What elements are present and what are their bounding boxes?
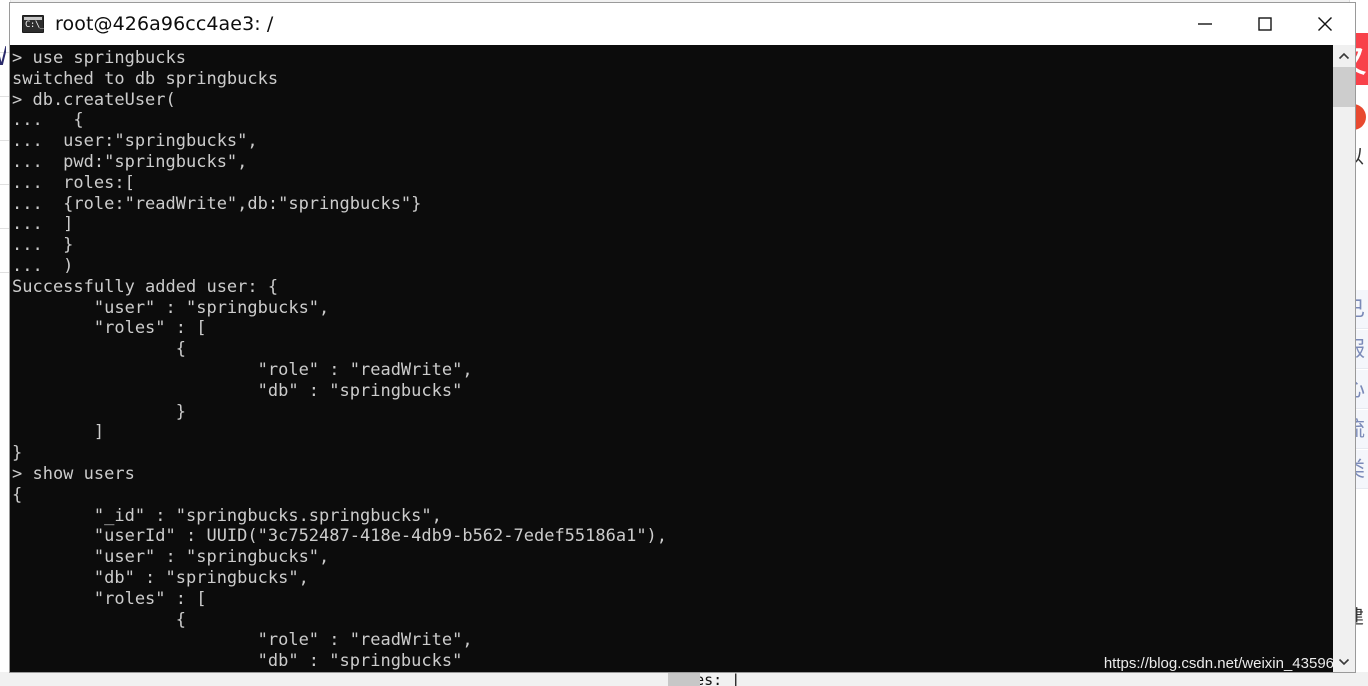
terminal-line: "user" : "springbucks",	[12, 297, 330, 318]
terminal-line: ... roles:[	[12, 172, 135, 193]
close-button[interactable]	[1295, 3, 1355, 45]
maximize-button[interactable]	[1235, 3, 1295, 45]
scroll-track[interactable]	[1333, 67, 1355, 650]
terminal-line: ... }	[12, 235, 74, 256]
watermark: https://blog.csdn.net/weixin_43596	[1103, 655, 1334, 672]
terminal-line: switched to db springbucks	[12, 68, 279, 89]
background-left-glyph-0: W	[0, 44, 6, 70]
horizontal-scrollbar-thumb[interactable]	[668, 673, 700, 686]
terminal-line: {	[12, 484, 23, 505]
terminal-window: C:\_ root@426a96cc4ae3: / > use springbu…	[9, 2, 1356, 673]
terminal-line: ... user:"springbucks",	[12, 131, 258, 152]
command-prompt-icon-glyph: C:\_	[25, 20, 45, 30]
terminal-line: }	[12, 401, 186, 422]
terminal-line: ... {role:"readWrite",db:"springbucks"}	[12, 193, 422, 214]
terminal-line: "db" : "springbucks",	[12, 567, 309, 588]
screen: W 美 以 又 n 以 已 服 心 流 类 建 g	[0, 0, 1368, 686]
terminal-line: "role" : "readWrite",	[12, 630, 473, 651]
terminal-line: ]	[12, 422, 105, 443]
terminal-line: {	[12, 609, 186, 630]
terminal-output[interactable]: > use springbucks switched to db springb…	[10, 45, 1333, 672]
minimize-button[interactable]	[1175, 3, 1235, 45]
terminal-line: {	[12, 339, 186, 360]
window-controls	[1175, 3, 1355, 45]
terminal-line: > use springbucks	[12, 48, 186, 68]
scroll-thumb[interactable]	[1333, 67, 1355, 107]
terminal-line: ... ]	[12, 214, 74, 235]
titlebar[interactable]: C:\_ root@426a96cc4ae3: /	[10, 3, 1355, 45]
terminal-line: Successfully added user: {	[12, 276, 279, 297]
terminal-scrollbar[interactable]	[1333, 45, 1355, 672]
terminal-line: ... pwd:"springbucks",	[12, 151, 248, 172]
terminal-body: > use springbucks switched to db springb…	[10, 45, 1355, 672]
terminal-line: ... {	[12, 110, 84, 131]
scroll-down-arrow-icon[interactable]	[1333, 650, 1355, 672]
background-bottom-strip: roles: |	[0, 671, 1368, 686]
command-prompt-icon: C:\_	[22, 15, 45, 33]
terminal-line: "roles" : [	[12, 318, 207, 339]
scroll-up-arrow-icon[interactable]	[1333, 45, 1355, 67]
terminal-line: > show users	[12, 463, 135, 484]
terminal-line: "role" : "readWrite",	[12, 359, 473, 380]
terminal-line: "_id" : "springbucks.springbucks",	[12, 505, 442, 526]
terminal-line: "user" : "springbucks",	[12, 547, 330, 568]
terminal-line: "db" : "springbucks"	[12, 380, 463, 401]
terminal-line: ... )	[12, 255, 74, 276]
terminal-line: "roles" : [	[12, 588, 207, 609]
terminal-line: }	[12, 443, 23, 464]
terminal-line: "userId" : UUID("3c752487-418e-4db9-b562…	[12, 526, 668, 547]
terminal-line: > db.createUser(	[12, 89, 176, 110]
window-title: root@426a96cc4ae3: /	[55, 13, 274, 35]
